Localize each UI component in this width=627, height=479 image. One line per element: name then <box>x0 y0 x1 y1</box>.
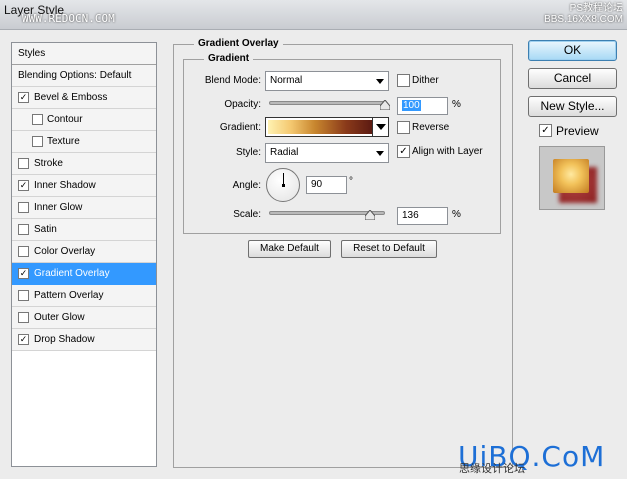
chevron-down-icon <box>376 79 384 84</box>
style-label: Style: <box>235 147 261 158</box>
style-item-label: Texture <box>47 136 80 147</box>
blend-mode-select[interactable]: Normal <box>265 71 389 91</box>
cancel-button[interactable]: Cancel <box>528 68 617 89</box>
style-select[interactable]: Radial <box>265 143 389 163</box>
style-item-checkbox[interactable] <box>18 246 29 257</box>
style-item-checkbox[interactable]: ✓ <box>18 334 29 345</box>
align-with-layer-checkbox[interactable]: ✓ <box>397 145 410 158</box>
make-default-button[interactable]: Make Default <box>248 240 331 258</box>
scale-label: Scale: <box>233 209 261 220</box>
watermark-right: PS教程论坛 BBS.16XX8.COM <box>544 3 623 25</box>
reset-to-default-button[interactable]: Reset to Default <box>341 240 437 258</box>
style-preview-thumbnail <box>539 146 605 210</box>
style-item-label: Contour <box>47 114 83 125</box>
chevron-down-icon <box>376 151 384 156</box>
style-item-inner-shadow[interactable]: ✓ Inner Shadow <box>12 175 156 197</box>
opacity-unit: % <box>452 99 461 110</box>
style-item-inner-glow[interactable]: Inner Glow <box>12 197 156 219</box>
preview-square <box>553 159 589 193</box>
style-item-bevel-emboss[interactable]: ✓ Bevel & Emboss <box>12 87 156 109</box>
style-item-checkbox[interactable]: ✓ <box>18 268 29 279</box>
angle-unit: ° <box>349 176 353 187</box>
dither-label: Dither <box>412 75 439 86</box>
gradient-label: Gradient: <box>219 122 261 133</box>
scale-input[interactable]: 136 <box>397 207 448 225</box>
style-item-satin[interactable]: Satin <box>12 219 156 241</box>
opacity-slider-track[interactable] <box>269 101 385 105</box>
style-item-label: Drop Shadow <box>34 334 95 345</box>
style-item-gradient-overlay[interactable]: ✓ Gradient Overlay <box>12 263 156 285</box>
reverse-label: Reverse <box>412 122 450 133</box>
opacity-label: Opacity: <box>224 99 261 110</box>
angle-dial[interactable] <box>266 168 300 202</box>
style-item-stroke[interactable]: Stroke <box>12 153 156 175</box>
style-value: Radial <box>270 147 299 158</box>
blending-options-item[interactable]: Blending Options: Default <box>12 65 156 87</box>
style-item-checkbox[interactable] <box>32 136 43 147</box>
styles-list: Styles Blending Options: Default ✓ Bevel … <box>11 42 157 467</box>
style-item-checkbox[interactable] <box>18 290 29 301</box>
section-title: Gradient Overlay <box>194 38 283 49</box>
angle-label: Angle: <box>232 180 261 191</box>
gradient-preview[interactable] <box>268 120 372 134</box>
logo-subtext: 思缘设计论坛 <box>459 462 525 475</box>
style-item-label: Outer Glow <box>34 312 85 323</box>
style-item-color-overlay[interactable]: Color Overlay <box>12 241 156 263</box>
style-item-checkbox[interactable]: ✓ <box>18 92 29 103</box>
angle-dial-pivot <box>282 184 285 187</box>
scale-slider-thumb[interactable] <box>365 210 375 220</box>
style-item-label: Inner Shadow <box>34 180 96 191</box>
gradient-dropdown-icon[interactable] <box>372 118 388 136</box>
blending-options-label: Blending Options: Default <box>18 70 132 81</box>
styles-header[interactable]: Styles <box>12 43 156 65</box>
style-item-label: Gradient Overlay <box>34 268 110 279</box>
preview-checkbox[interactable]: ✓ <box>539 124 552 137</box>
gradient-picker[interactable] <box>265 117 389 137</box>
opacity-slider-thumb[interactable] <box>380 100 390 110</box>
style-item-drop-shadow[interactable]: ✓ Drop Shadow <box>12 329 156 351</box>
style-item-label: Pattern Overlay <box>34 290 104 301</box>
ok-button[interactable]: OK <box>528 40 617 61</box>
style-item-label: Stroke <box>34 158 63 169</box>
reverse-checkbox[interactable] <box>397 121 410 134</box>
preview-label: Preview <box>556 124 599 138</box>
opacity-value: 100 <box>402 100 421 111</box>
group-title: Gradient <box>204 53 254 64</box>
new-style-button[interactable]: New Style... <box>528 96 617 117</box>
style-item-outer-glow[interactable]: Outer Glow <box>12 307 156 329</box>
style-item-label: Satin <box>34 224 57 235</box>
scale-unit: % <box>452 209 461 220</box>
style-item-contour[interactable]: Contour <box>12 109 156 131</box>
title-bar: Layer Style WWW.REDOCN.COM PS教程论坛 BBS.16… <box>0 0 627 30</box>
preview-check-mark: ✓ <box>541 125 550 136</box>
style-item-label: Color Overlay <box>34 246 96 257</box>
blend-mode-label: Blend Mode: <box>204 75 261 86</box>
style-item-checkbox[interactable] <box>18 158 29 169</box>
dither-checkbox[interactable] <box>397 74 410 87</box>
align-with-layer-label: Align with Layer <box>412 146 483 157</box>
blend-mode-value: Normal <box>270 75 303 86</box>
style-item-checkbox[interactable] <box>18 224 29 235</box>
align-check-mark: ✓ <box>399 146 408 157</box>
style-item-pattern-overlay[interactable]: Pattern Overlay <box>12 285 156 307</box>
angle-value: 90 <box>311 179 323 190</box>
style-item-checkbox[interactable] <box>18 312 29 323</box>
style-item-checkbox[interactable] <box>18 202 29 213</box>
style-item-checkbox[interactable] <box>32 114 43 125</box>
watermark-left: WWW.REDOCN.COM <box>22 12 115 25</box>
style-item-label: Bevel & Emboss <box>34 92 108 103</box>
style-item-texture[interactable]: Texture <box>12 131 156 153</box>
style-item-label: Inner Glow <box>34 202 83 213</box>
opacity-input[interactable]: 100 <box>397 97 448 115</box>
style-item-checkbox[interactable]: ✓ <box>18 180 29 191</box>
angle-input[interactable]: 90 <box>306 176 347 194</box>
scale-value: 136 <box>402 210 419 221</box>
